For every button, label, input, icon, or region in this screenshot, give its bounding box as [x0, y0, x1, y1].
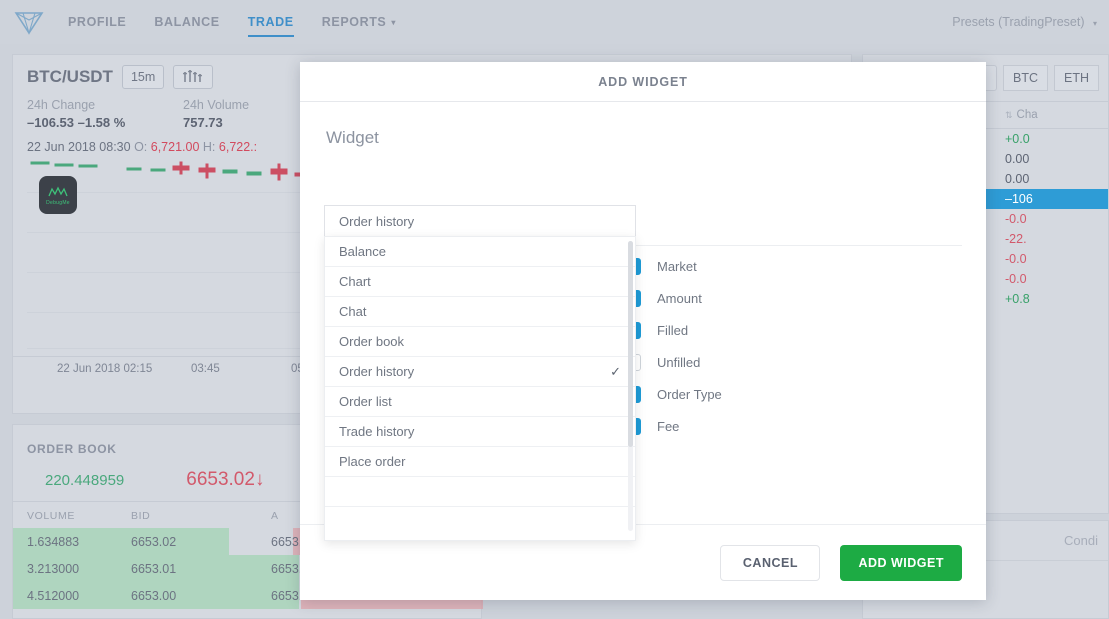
cell-change: -0.0: [1005, 212, 1027, 226]
conditional-label: Condi: [1064, 533, 1098, 548]
option-label: Order list: [339, 394, 392, 409]
order-book-title: ORDER BOOK: [27, 442, 117, 456]
nav-label: PROFILE: [68, 15, 127, 29]
checkbox-label: Market: [657, 258, 697, 274]
interval-selector[interactable]: 15m: [121, 65, 165, 89]
option-label: Order book: [339, 334, 405, 349]
nav-item-trade[interactable]: TRADE: [247, 0, 294, 44]
ohlc-high-value: 6,722.:: [218, 140, 258, 154]
dropdown-option-place-order[interactable]: Place order: [325, 447, 635, 477]
cell-change: –106: [1005, 192, 1033, 206]
dropdown-option-trade-history[interactable]: Trade history: [325, 417, 635, 447]
checkbox-row-market[interactable]: ✓ Market: [624, 250, 924, 282]
option-label: Order history: [339, 364, 415, 379]
nav-label: BALANCE: [154, 15, 220, 29]
modal-body: Widget ✓ Total ✓ Status ✓ Market: [300, 102, 986, 541]
checkbox-label: Unfilled: [657, 354, 701, 370]
dropdown-option-order-book[interactable]: Order book: [325, 327, 635, 357]
nav-label: TRADE: [247, 15, 294, 29]
chevron-down-icon: ▾: [391, 17, 396, 27]
cell-volume: 3.213000: [27, 561, 80, 576]
stat-value: –106.53 –1.58 %: [27, 115, 126, 130]
ohlc-open-key: O:: [134, 140, 148, 154]
checkbox-label: Fee: [657, 418, 680, 434]
dropdown-option-partial[interactable]: [325, 477, 635, 507]
order-book-volume-total: 220.448959: [45, 471, 125, 489]
checkbox-row-amount[interactable]: ✓ Amount: [624, 282, 924, 314]
cell-change: 0.00: [1005, 152, 1030, 166]
dropdown-option-chart[interactable]: Chart: [325, 267, 635, 297]
option-label: Place order: [339, 454, 406, 469]
dropdown-scroll-area: Balance Chart Chat Order book Order hist…: [325, 237, 635, 540]
cell-change: -22.: [1005, 232, 1027, 246]
checkbox-label: Filled: [657, 322, 689, 338]
cell-bid: 6653.01: [131, 561, 177, 576]
order-book-last-price: 6653.02↓: [186, 469, 264, 491]
widget-select-input[interactable]: Order history: [324, 205, 636, 237]
column-change[interactable]: ⇅ Cha: [999, 109, 1099, 121]
dropdown-option-order-history[interactable]: Order history ✓: [325, 357, 635, 387]
checkbox-label: Amount: [657, 290, 702, 306]
column-bid: BID: [131, 510, 151, 522]
diamond-logo-icon[interactable]: [12, 7, 46, 37]
cell-change: +0.0: [1005, 132, 1030, 146]
checkbox-label: Order Type: [657, 386, 722, 402]
trading-app: PROFILE BALANCE TRADE REPORTS ▾ Presets …: [0, 0, 1109, 619]
x-tick-label: 22 Jun 2018 02:15: [57, 363, 153, 375]
nav-item-profile[interactable]: PROFILE: [68, 0, 126, 44]
cell-volume: 1.634883: [27, 534, 80, 549]
option-label: Trade history: [339, 424, 415, 439]
cell-change: -0.0: [1005, 272, 1027, 286]
nav-item-balance[interactable]: BALANCE: [154, 0, 219, 44]
presets-dropdown[interactable]: Presets (TradingPreset) ▾: [952, 15, 1097, 29]
check-icon: ✓: [610, 363, 621, 379]
ohlc-open-value: 6,721.00: [150, 140, 200, 154]
cell-change: +0.8: [1005, 292, 1030, 306]
nav-label: REPORTS: [321, 15, 387, 29]
stat-label: 24h Change: [27, 98, 96, 112]
add-widget-modal: ADD WIDGET Widget ✓ Total ✓ Status ✓ Mar…: [300, 62, 986, 600]
option-label: Chart: [339, 274, 371, 289]
section-label-widget: Widget: [326, 128, 379, 147]
cell-volume: 4.512000: [27, 588, 80, 603]
price-down-arrow-icon: ↓: [254, 469, 265, 490]
cell-bid: 6653.02: [131, 534, 177, 549]
symbol-label: BTC/USDT: [27, 67, 113, 86]
cell-change: 0.00: [1005, 172, 1030, 186]
sort-icon: ⇅: [1005, 110, 1013, 120]
cell-change: -0.0: [1005, 252, 1027, 266]
column-volume: VOLUME: [27, 510, 75, 522]
nav-item-reports[interactable]: REPORTS ▾: [322, 0, 396, 44]
stat-24h-change: 24h Change –106.53 –1.58 %: [27, 98, 183, 130]
checkbox-row-unfilled[interactable]: Unfilled: [624, 346, 924, 378]
presets-label: Presets (TradingPreset): [952, 15, 1085, 29]
dropdown-option-balance[interactable]: Balance: [325, 237, 635, 267]
top-navigation-bar: PROFILE BALANCE TRADE REPORTS ▾ Presets …: [0, 0, 1109, 44]
cell-bid: 6653.00: [131, 588, 177, 603]
tab-eth[interactable]: ETH: [1054, 65, 1099, 91]
right-field-column: ✓ Market ✓ Amount ✓ Filled Unfilled ✓: [624, 250, 924, 442]
ohlc-high-key: H:: [202, 140, 216, 154]
widget-dropdown-list: Balance Chart Chat Order book Order hist…: [324, 236, 636, 541]
option-label: Chat: [339, 304, 367, 319]
x-tick-label: 03:45: [191, 363, 220, 375]
checkbox-row-fee[interactable]: ✓ Fee: [624, 410, 924, 442]
tab-btc[interactable]: BTC: [1003, 65, 1048, 91]
dropdown-option-order-list[interactable]: Order list: [325, 387, 635, 417]
candlestick-indicator-icon[interactable]: [173, 65, 214, 89]
option-label: Balance: [339, 244, 386, 259]
column-label: Cha: [1016, 109, 1038, 121]
checkbox-row-filled[interactable]: ✓ Filled: [624, 314, 924, 346]
chevron-down-icon: ▾: [1092, 19, 1097, 28]
dropdown-option-chat[interactable]: Chat: [325, 297, 635, 327]
add-widget-button[interactable]: ADD WIDGET: [840, 544, 962, 581]
checkbox-row-order-type[interactable]: ✓ Order Type: [624, 378, 924, 410]
modal-title: ADD WIDGET: [300, 62, 986, 102]
ohlc-time: 22 Jun 2018 08:30: [27, 140, 131, 154]
cancel-button[interactable]: CANCEL: [720, 544, 821, 581]
dropdown-scrollbar-thumb[interactable]: [628, 241, 633, 447]
last-price-value: 6653.02: [186, 469, 255, 490]
nav-links: PROFILE BALANCE TRADE REPORTS ▾: [68, 0, 396, 44]
